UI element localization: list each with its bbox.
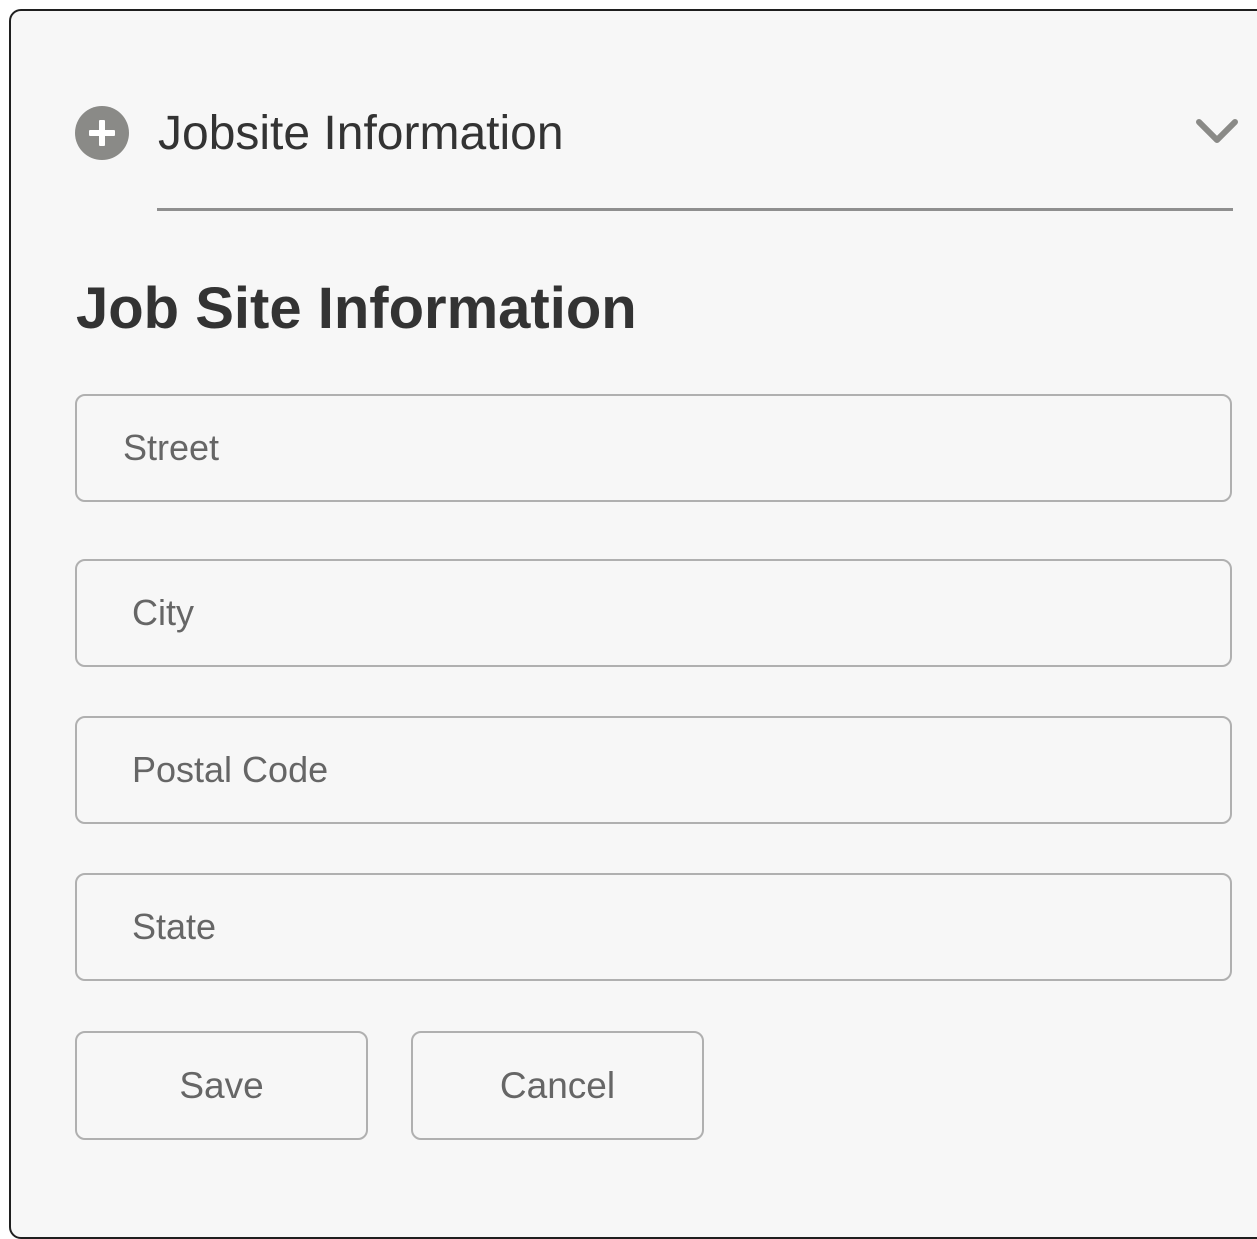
save-button[interactable]: Save: [75, 1031, 368, 1140]
section-header[interactable]: Jobsite Information: [75, 104, 1240, 164]
section-divider: [157, 208, 1233, 211]
street-input[interactable]: [75, 394, 1232, 502]
chevron-down-icon[interactable]: [1195, 114, 1239, 148]
state-input[interactable]: [75, 873, 1232, 981]
city-input[interactable]: [75, 559, 1232, 667]
plus-circle-icon[interactable]: [75, 106, 129, 160]
postal-code-input[interactable]: [75, 716, 1232, 824]
form-heading: Job Site Information: [76, 276, 637, 341]
section-title: Jobsite Information: [158, 107, 564, 160]
cancel-button[interactable]: Cancel: [411, 1031, 704, 1140]
